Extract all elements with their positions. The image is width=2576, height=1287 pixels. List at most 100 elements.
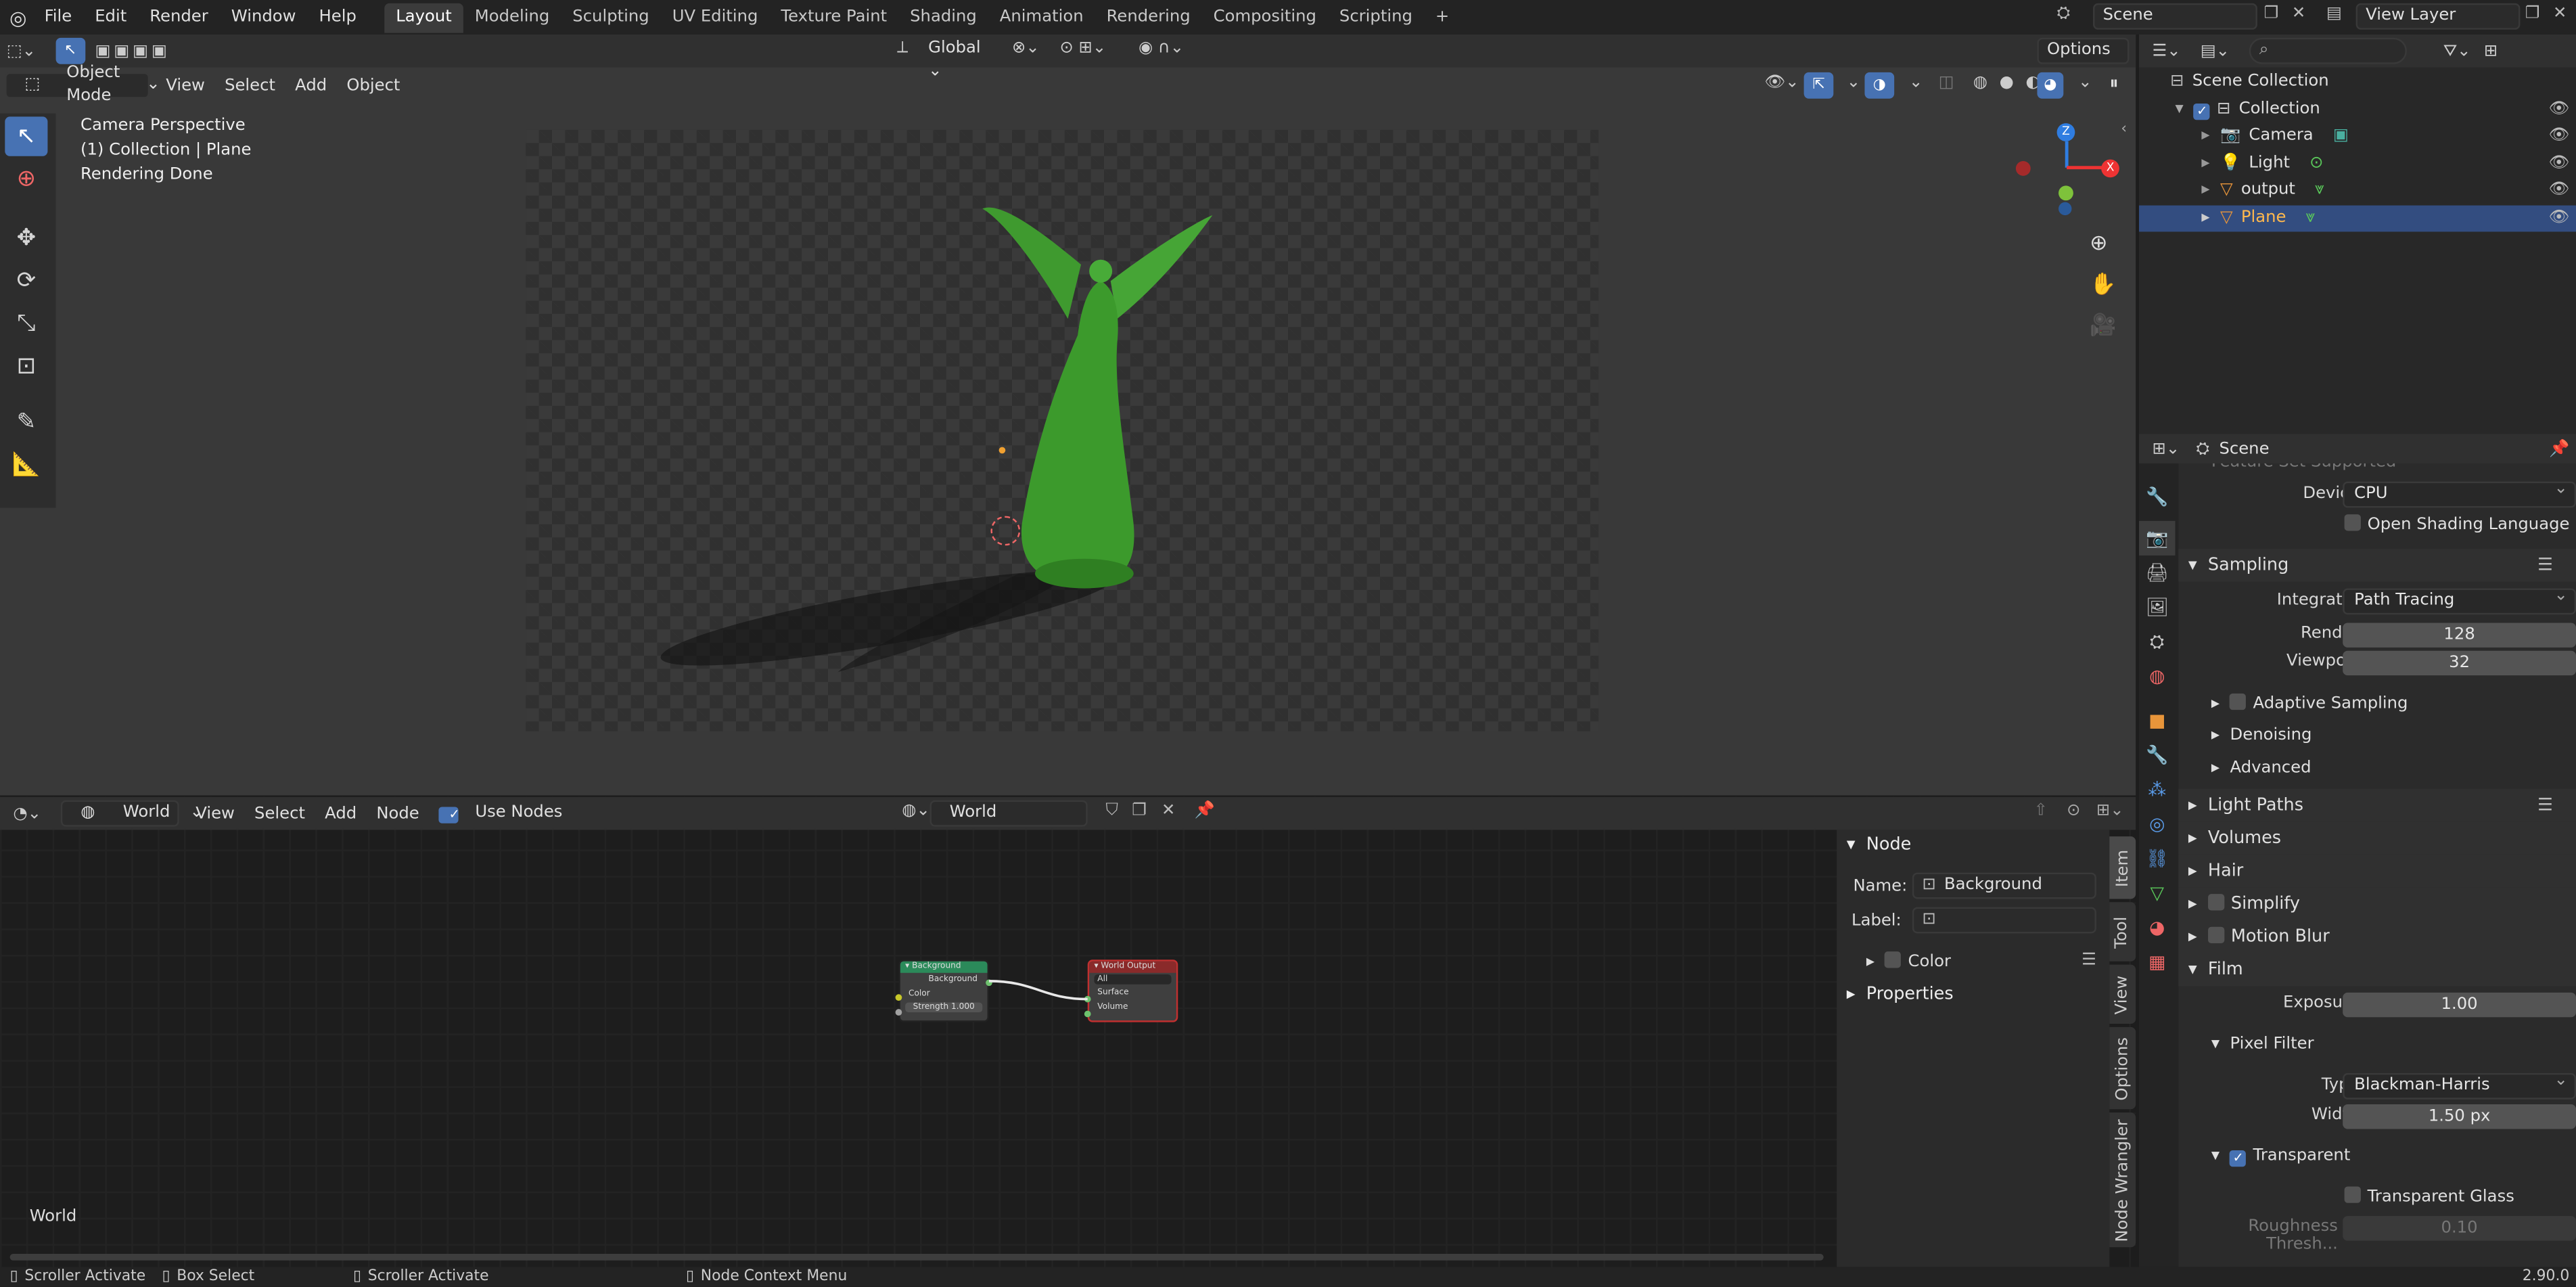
blender-logo-icon[interactable]: ◎ [3, 6, 33, 29]
motion-blur-panel-header[interactable]: ▸ Motion Blur [2178, 920, 2576, 953]
tab-layout[interactable]: Layout [384, 3, 463, 33]
strength-input-socket[interactable] [895, 1009, 902, 1016]
light-data-icon[interactable]: ⊙ [2309, 154, 2323, 172]
background-node[interactable]: ▾ Background Background Color Strength 1… [895, 959, 992, 1022]
hair-panel-header[interactable]: ▸ Hair [2178, 854, 2576, 888]
strength-field[interactable]: Strength 1.000 [905, 1002, 983, 1013]
overlay-dropdown-icon[interactable]: ⌄ [1899, 74, 1933, 92]
select-box-tool-icon[interactable]: ↖ [5, 116, 48, 156]
expand-arrow-icon[interactable]: ▾ [2175, 99, 2183, 118]
viewport-3d[interactable]: ⬚⌄ ↖ ▣▣▣▣ ⟂ Global ⌄ ⊗⌄ ⊙ ⊞⌄ ◉ ∩⌄ Option… [0, 35, 2136, 796]
move-tool-icon[interactable]: ✥ [5, 219, 47, 258]
tab-sculpting[interactable]: Sculpting [561, 3, 660, 33]
eye-icon[interactable]: 👁 [2548, 96, 2569, 123]
menu-help[interactable]: Help [308, 1, 368, 34]
collection-row[interactable]: ▾ ✓ ⊟ Collection 👁 [2139, 96, 2576, 123]
visibility-icon[interactable]: 👁⌄ [1755, 74, 1809, 92]
viewport-samples-field[interactable]: 32 [2343, 650, 2576, 676]
transparent-glass-row[interactable]: Transparent Glass [2344, 1186, 2514, 1206]
horizontal-scrollbar[interactable] [9, 1254, 1824, 1261]
object-mode-dropdown[interactable]: ⬚ Object Mode ⌄ [5, 64, 160, 105]
sidebar-tab-item[interactable]: Item [2109, 836, 2136, 899]
world-tab-icon[interactable]: ◍ [2139, 659, 2175, 694]
sidebar-tab-view[interactable]: View [2109, 964, 2136, 1024]
eye-icon[interactable]: 👁 [2548, 150, 2569, 177]
mesh-data-icon[interactable]: ⩔ [2315, 181, 2324, 199]
editor-type-icon[interactable]: ⬚⌄ [7, 42, 36, 60]
node-menu-node[interactable]: Node [367, 805, 430, 823]
collection-checkbox[interactable]: ✓ [2194, 102, 2211, 120]
presets-icon[interactable]: ☰ [2537, 789, 2553, 822]
world-output-node[interactable]: ▾ World Output All Surface Volume [1084, 959, 1178, 1022]
tab-uv-editing[interactable]: UV Editing [661, 3, 770, 33]
outliner-item-plane[interactable]: ▸ ▽ Plane ⩔ 👁 [2139, 204, 2576, 232]
exposure-field[interactable]: 1.00 [2343, 992, 2576, 1018]
filter-width-field[interactable]: 1.50 px [2343, 1104, 2576, 1129]
properties-editor-type-icon[interactable]: ⊞⌄ [2152, 440, 2180, 458]
sampling-panel-header[interactable]: ▾ Sampling ☰ [2178, 549, 2576, 582]
output-tab-icon[interactable]: 🖨 [2139, 556, 2175, 590]
expand-arrow-icon[interactable]: ▸ [2201, 127, 2209, 145]
outliner-item-output[interactable]: ▸ ▽ output ⩔ 👁 [2139, 177, 2576, 204]
scene-tab-icon[interactable]: ⛭ [2139, 625, 2175, 659]
node-label-field[interactable]: ⊡ [1912, 907, 2096, 934]
collapse-sidebar-icon[interactable]: ‹ [2121, 122, 2127, 138]
tool-settings-tab-icon[interactable]: 🔧 [2139, 480, 2175, 514]
roughness-threshold-field[interactable]: 0.10 [2343, 1216, 2576, 1241]
parent-node-tree-icon[interactable]: ⇧ [2024, 802, 2058, 820]
texture-tab-icon[interactable]: ▦ [2139, 945, 2175, 979]
eye-icon[interactable]: 👁 [2548, 177, 2569, 204]
expand-arrow-icon[interactable]: ▸ [2201, 181, 2209, 199]
simplify-panel-header[interactable]: ▸ Simplify [2178, 887, 2576, 921]
outliner-editor-type-icon[interactable]: ☰⌄ [2152, 42, 2180, 60]
filter-icon[interactable]: ⛛⌄ [2443, 42, 2471, 60]
select-mode-icons[interactable]: ▣▣▣▣ [95, 42, 170, 60]
measure-tool-icon[interactable]: 📐 [5, 445, 47, 484]
transparent-glass-checkbox[interactable] [2344, 1186, 2361, 1203]
node-editor-type-icon[interactable]: ◔⌄ [3, 805, 51, 823]
shader-type-dropdown[interactable]: ◍ World ⌄ [61, 800, 204, 827]
osl-checkbox-row[interactable]: Open Shading Language [2344, 514, 2569, 534]
node-menu-view[interactable]: View [186, 805, 245, 823]
volume-input-socket[interactable] [1084, 1010, 1091, 1018]
expand-arrow-icon[interactable]: ▸ [2201, 154, 2209, 172]
options-dropdown[interactable]: Options ⌄ [2037, 37, 2130, 82]
menu-render[interactable]: Render [138, 1, 219, 34]
menu-window[interactable]: Window [220, 1, 308, 34]
remove-scene-icon[interactable]: ✕ [2292, 5, 2305, 23]
mesh-data-icon[interactable]: ⩔ [2306, 208, 2316, 226]
transform-orientation-dropdown[interactable]: Global ⌄ [920, 38, 999, 81]
new-collection-icon[interactable]: ⊞ [2484, 42, 2498, 60]
material-tab-icon[interactable]: ◕ [2139, 910, 2175, 945]
pin-icon[interactable]: 📌 [1184, 802, 1224, 820]
view-layer-icon[interactable]: ▤ [2326, 5, 2342, 23]
gizmo-neg-x-icon[interactable] [2015, 161, 2031, 176]
camera-data-icon[interactable]: ▣ [2333, 127, 2349, 145]
xray-icon[interactable]: ◫ [1929, 74, 1964, 92]
copy-view-layer-icon[interactable]: ❐ [2525, 5, 2540, 23]
snap-node-icon[interactable]: ⊙ [2057, 802, 2091, 820]
outliner-item-light[interactable]: ▸ 💡 Light ⊙ 👁 [2139, 150, 2576, 177]
eye-icon[interactable]: 👁 [2548, 204, 2569, 231]
list-icon[interactable]: ☰ [2082, 951, 2096, 970]
outliner-item-camera[interactable]: ▸ 📷 Camera ▣ 👁 [2139, 123, 2576, 150]
menu-file[interactable]: File [33, 1, 84, 34]
film-panel-header[interactable]: ▾ Film [2178, 953, 2576, 987]
gizmo-z-icon[interactable]: Z [2056, 123, 2075, 141]
pause-render-icon[interactable]: ⏸ [2100, 72, 2129, 95]
pan-hand-icon[interactable]: ✋ [2090, 273, 2116, 297]
add-workspace-button[interactable]: + [1424, 3, 1460, 33]
zoom-icon[interactable]: ⊕ [2090, 231, 2107, 256]
transparent-subpanel[interactable]: ▾ ✓ Transparent [2211, 1147, 2350, 1167]
cursor-tool-icon[interactable]: ⊕ [5, 160, 47, 199]
tab-shading[interactable]: Shading [898, 3, 988, 33]
physics-tab-icon[interactable]: ◎ [2139, 807, 2175, 841]
display-mode-icon[interactable]: ▤⌄ [2201, 42, 2230, 60]
eye-icon[interactable]: 👁 [2548, 123, 2569, 150]
properties-panel-header[interactable]: ▸ Properties [1847, 985, 1954, 1004]
orientation-icon[interactable]: ⟂ [897, 39, 908, 58]
particles-tab-icon[interactable]: ⁂ [2139, 772, 2175, 807]
outliner-search-input[interactable]: ⌕ [2249, 37, 2408, 64]
adaptive-checkbox[interactable] [2230, 693, 2247, 710]
view-layer-selector[interactable]: View Layer [2355, 3, 2521, 30]
